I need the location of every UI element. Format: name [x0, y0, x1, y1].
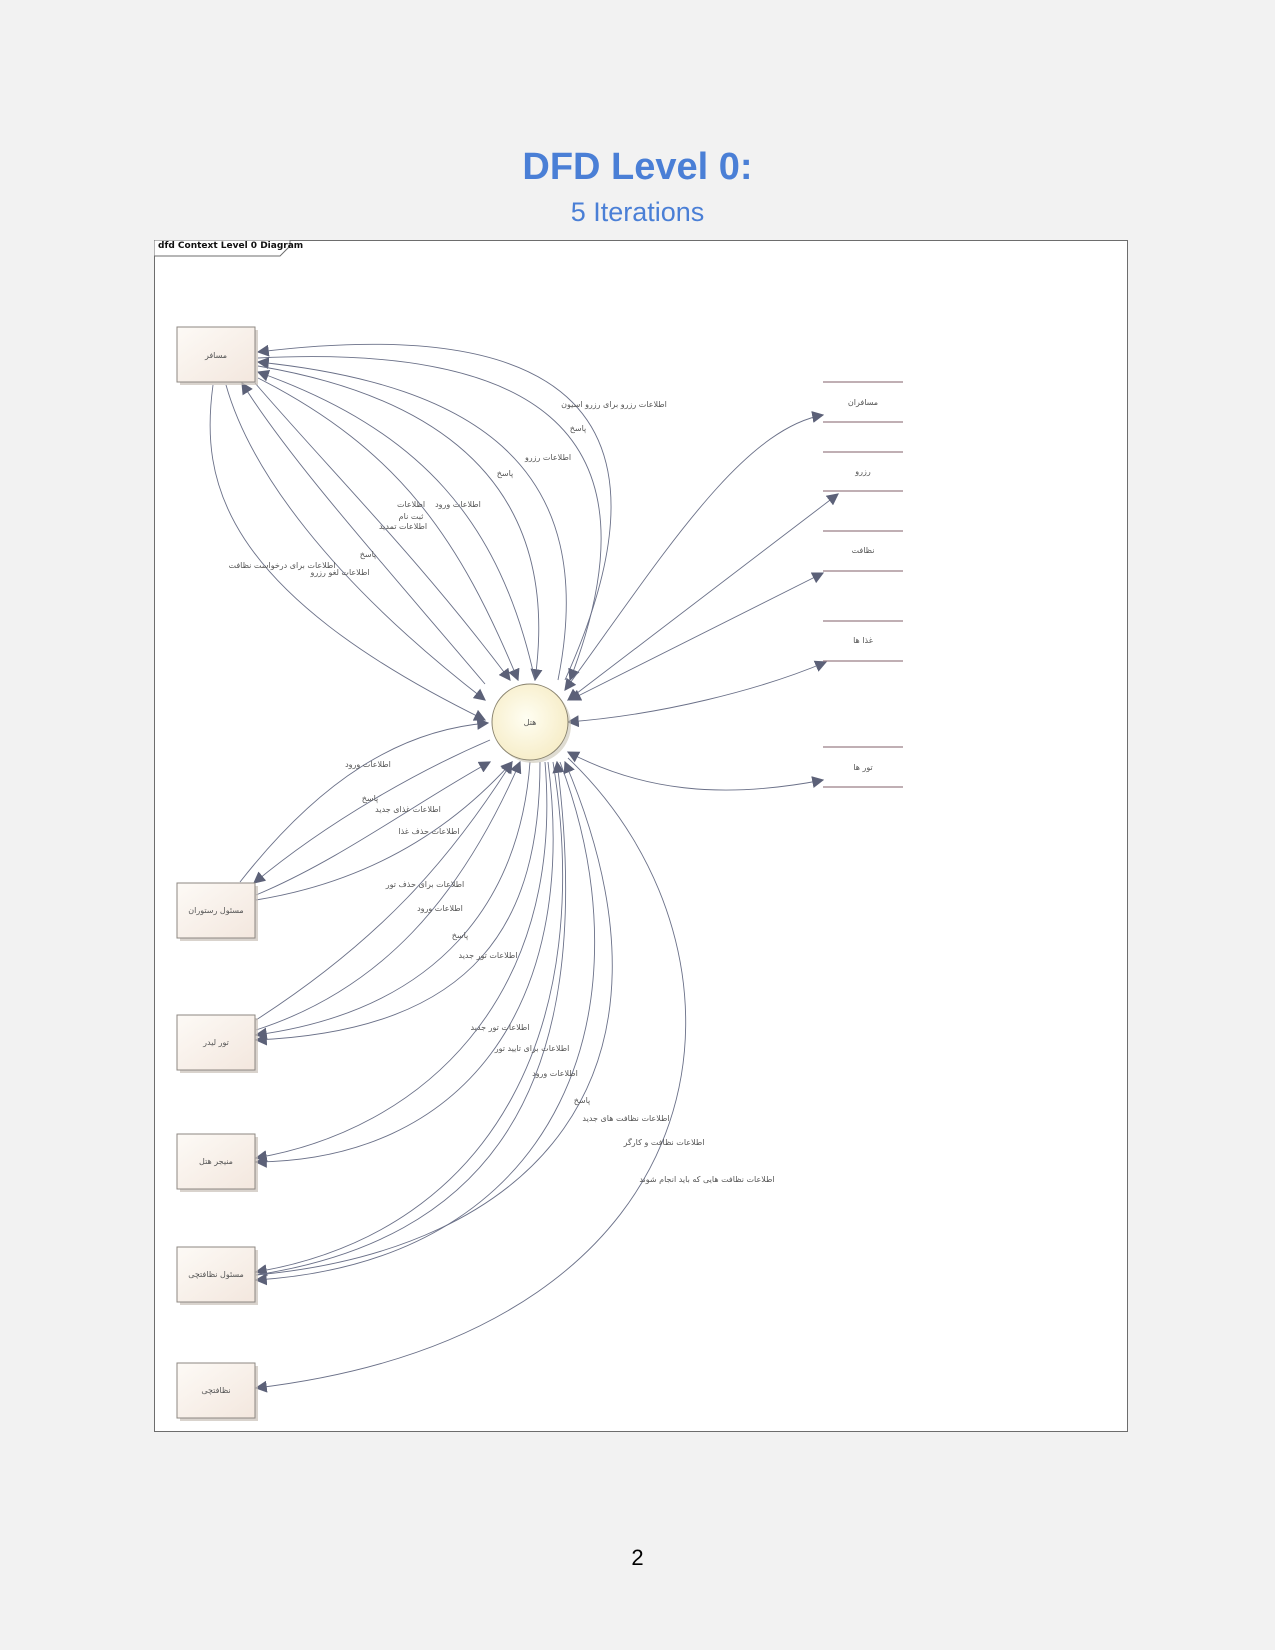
flow-label: پاسخ [362, 794, 379, 803]
flow-label: اطلاعات تمدید [379, 522, 427, 531]
flow-label: ثبت نام [399, 512, 424, 521]
entity-traveler-label: مسافر [204, 351, 227, 360]
page-number: 2 [631, 1545, 644, 1570]
flow-label: پاسخ [570, 424, 587, 433]
flow-label: پاسخ [574, 1096, 591, 1105]
entity-cleaner-label: نظافتچی [201, 1386, 230, 1395]
data-stores [823, 381, 903, 788]
store-reserve-label: رزرو [854, 467, 871, 476]
entity-restaurant-manager: مسئول رستوران [176, 882, 258, 941]
flow-label: اطلاعات نظافت های جدید [582, 1114, 669, 1123]
store-foods-label: غذا ها [853, 636, 873, 645]
entity-traveler: مسافر [176, 326, 258, 385]
entity-tourleader-label: تور لیدر [202, 1038, 229, 1047]
entity-tour-leader: تور لیدر [176, 1014, 258, 1073]
entity-cleaning-lead: مسئول نظافتچی [176, 1246, 258, 1305]
flow-label: پاسخ [360, 550, 377, 559]
hotel-process-label: هتل [524, 718, 537, 727]
flow-label: پاسخ [452, 931, 469, 940]
flow-label: اطلاعات رزرو برای رزرو اسیون [561, 400, 667, 409]
flow-label: اطلاعات رزرو [524, 453, 571, 462]
flow-label: اطلاعات لغو رزرو [309, 568, 369, 577]
flow-label: اطلاعات برای تایید تور [494, 1044, 570, 1053]
flow-label: اطلاعات ورود [345, 760, 391, 769]
flow-label: اطلاعات ورود [435, 500, 481, 509]
flow-label: اطلاعات ورود [532, 1069, 578, 1078]
store-travelers-label: مسافران [848, 398, 878, 407]
entity-cleanlead-label: مسئول نظافتچی [188, 1270, 244, 1279]
flow-label: اطلاعات نظافت هایی که باید انجام شوند [639, 1175, 774, 1184]
flow-label: اطلاعات ورود [417, 904, 463, 913]
store-cleaning-label: نظافت [852, 546, 875, 555]
flow-label: اطلاعات تور جدید [459, 951, 518, 960]
flow-label: اطلاعات غذای جدید [375, 805, 441, 814]
store-flows [564, 411, 839, 791]
store-tours-label: تور ها [853, 763, 872, 772]
entity-manager-label: منیجر هتل [199, 1157, 233, 1166]
flow-label: اطلاعات برای حذف تور [385, 880, 465, 889]
entity-restaurant-label: مسئول رستوران [188, 906, 243, 915]
flow-label: پاسخ [497, 469, 514, 478]
dfd-diagram: هتل مسافر مسئول رستوران تور لیدر منیجر ه… [176, 326, 903, 1421]
traveler-flows [209, 343, 612, 721]
flow-label: اطلاعات حذف غذا [398, 827, 459, 836]
entity-cleaner: نظافتچی [176, 1362, 258, 1421]
manager-cleaning-flows [254, 757, 686, 1393]
entity-hotel-manager: منیجر هتل [176, 1133, 258, 1192]
flow-label: اطلاعات تور جدید [471, 1023, 530, 1032]
flow-label: اطلاعات [397, 500, 425, 509]
flow-labels: اطلاعات رزرو برای رزرو اسیون پاسخ اطلاعا… [228, 400, 774, 1184]
flow-label: اطلاعات نظافت و کارگر [623, 1137, 705, 1147]
